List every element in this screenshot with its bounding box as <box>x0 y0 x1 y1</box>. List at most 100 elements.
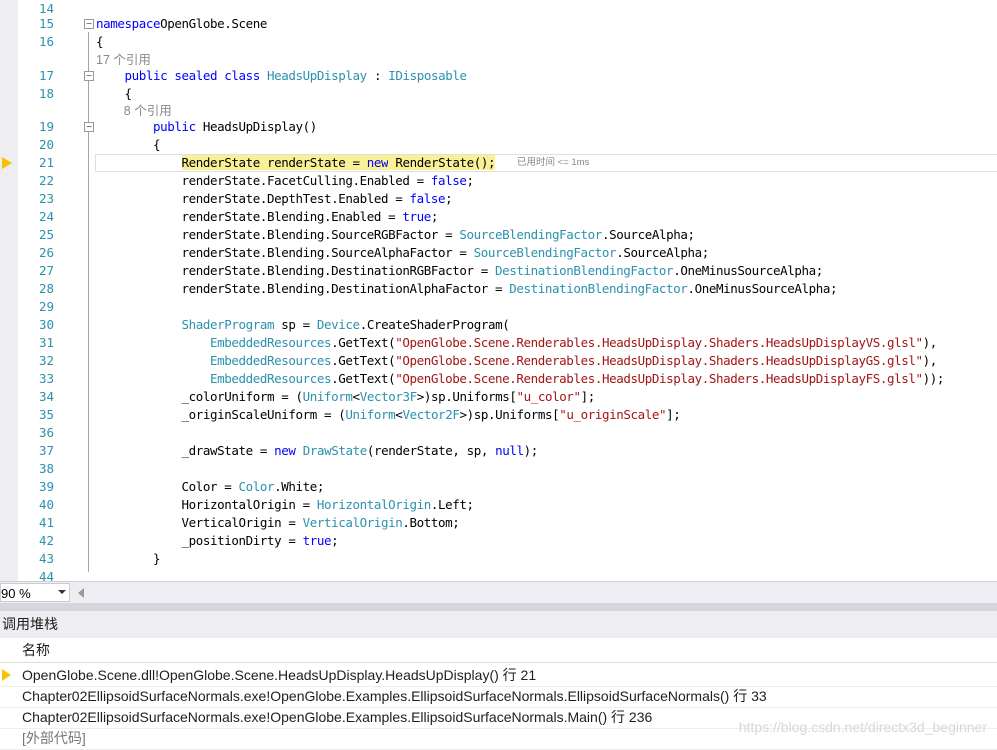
code-token: renderState.Blending.Enabled = <box>96 209 403 224</box>
execution-arrow-icon <box>2 157 12 169</box>
code-line-16[interactable]: 16 { <box>0 33 997 51</box>
code-token: "u_color" <box>516 389 581 404</box>
code-line-40[interactable]: 40 HorizontalOrigin = HorizontalOrigin.L… <box>0 496 997 514</box>
code-text[interactable]: EmbeddedResources.GetText("OpenGlobe.Sce… <box>96 370 944 388</box>
code-text[interactable]: EmbeddedResources.GetText("OpenGlobe.Sce… <box>96 334 937 352</box>
call-stack-row[interactable]: Chapter02EllipsoidSurfaceNormals.exe!Ope… <box>0 686 997 708</box>
code-line-15[interactable]: 15 − namespaceOpenGlobe.Scene <box>0 15 997 33</box>
fold-collapse-icon[interactable]: − <box>84 71 94 81</box>
code-text[interactable]: public HeadsUpDisplay() <box>96 118 317 136</box>
code-token: ), <box>922 353 938 368</box>
code-text[interactable]: { <box>96 136 161 154</box>
code-text[interactable]: renderState.Blending.SourceAlphaFactor =… <box>96 244 710 262</box>
code-token: .Left; <box>430 497 474 512</box>
code-text[interactable]: } <box>96 550 161 568</box>
fold-collapse-icon[interactable]: − <box>84 122 94 132</box>
code-token: Color <box>238 479 275 494</box>
code-line-36[interactable]: 36 <box>0 424 997 442</box>
code-token: public sealed class <box>124 68 261 83</box>
code-text[interactable]: _originScaleUniform = (Uniform<Vector2F>… <box>96 406 681 424</box>
code-line-21[interactable]: 21 RenderState renderState = new RenderS… <box>0 154 997 172</box>
code-text[interactable]: { <box>96 85 133 103</box>
code-token: sp = <box>274 317 317 332</box>
code-text[interactable]: _positionDirty = true; <box>96 532 339 550</box>
code-token: .GetText( <box>331 371 396 386</box>
code-token: false <box>430 173 467 188</box>
code-token: IDisposable <box>388 68 467 83</box>
code-text[interactable]: renderState.Blending.DestinationAlphaFac… <box>96 280 838 298</box>
code-text[interactable]: renderState.Blending.DestinationRGBFacto… <box>96 262 824 280</box>
code-line-38[interactable]: 38 <box>0 460 997 478</box>
code-line-19[interactable]: 19 − public HeadsUpDisplay() <box>0 118 997 136</box>
code-line-27[interactable]: 27 renderState.Blending.DestinationRGBFa… <box>0 262 997 280</box>
line-number: 23 <box>38 191 54 206</box>
watermark: https://blog.csdn.net/directx3d_beginner <box>738 719 987 735</box>
code-token: false <box>409 191 446 206</box>
code-line-23[interactable]: 23 renderState.DepthTest.Enabled = false… <box>0 190 997 208</box>
code-line-24[interactable]: 24 renderState.Blending.Enabled = true; <box>0 208 997 226</box>
line-number: 25 <box>38 227 54 242</box>
code-text[interactable]: _colorUniform = (Uniform<Vector3F>)sp.Un… <box>96 388 596 406</box>
code-token: Vector2F <box>402 407 460 422</box>
code-text[interactable]: { <box>96 33 104 51</box>
call-stack-row[interactable]: OpenGlobe.Scene.dll!OpenGlobe.Scene.Head… <box>0 665 997 687</box>
code-line-34[interactable]: 34 _colorUniform = (Uniform<Vector3F>)sp… <box>0 388 997 406</box>
code-token: new <box>274 443 296 458</box>
code-token: _colorUniform = ( <box>96 389 304 404</box>
code-text[interactable]: renderState.FacetCulling.Enabled = false… <box>96 172 475 190</box>
code-token: "OpenGlobe.Scene.Renderables.HeadsUpDisp… <box>395 353 923 368</box>
perf-tip[interactable]: 已用时间 <= 1ms <box>517 154 589 172</box>
code-line-32[interactable]: 32 EmbeddedResources.GetText("OpenGlobe.… <box>0 352 997 370</box>
code-line-33[interactable]: 33 EmbeddedResources.GetText("OpenGlobe.… <box>0 370 997 388</box>
code-text[interactable]: public sealed class HeadsUpDisplay : IDi… <box>96 67 467 85</box>
chevron-down-icon[interactable] <box>58 590 66 594</box>
code-text[interactable]: EmbeddedResources.GetText("OpenGlobe.Sce… <box>96 352 937 370</box>
code-line-28[interactable]: 28 renderState.Blending.DestinationAlpha… <box>0 280 997 298</box>
code-token: >)sp.Uniforms[ <box>459 407 560 422</box>
code-line-25[interactable]: 25 renderState.Blending.SourceRGBFactor … <box>0 226 997 244</box>
code-editor[interactable]: 14 15− namespaceOpenGlobe.Scene 16{17 个引用 17… <box>0 0 997 581</box>
code-token: HorizontalOrigin = <box>96 497 317 512</box>
line-number: 39 <box>38 479 54 494</box>
code-text[interactable]: Color = Color.White; <box>96 478 325 496</box>
code-text[interactable]: VerticalOrigin = VerticalOrigin.Bottom; <box>96 514 460 532</box>
scroll-left-icon[interactable] <box>78 588 84 598</box>
code-token: null <box>495 443 524 458</box>
code-text[interactable]: HorizontalOrigin = HorizontalOrigin.Left… <box>96 496 475 514</box>
code-text[interactable]: renderState.DepthTest.Enabled = false; <box>96 190 453 208</box>
code-line-43[interactable]: 43 } <box>0 550 997 568</box>
code-line-17[interactable]: 17 − public sealed class HeadsUpDisplay :… <box>0 67 997 85</box>
code-line-26[interactable]: 26 renderState.Blending.SourceAlphaFacto… <box>0 244 997 262</box>
code-line-35[interactable]: 35 _originScaleUniform = (Uniform<Vector… <box>0 406 997 424</box>
code-text[interactable]: renderState.Blending.SourceRGBFactor = S… <box>96 226 695 244</box>
fold-collapse-icon[interactable]: − <box>84 19 94 29</box>
panel-splitter[interactable] <box>0 603 997 611</box>
column-header-name[interactable]: 名称 <box>0 638 997 663</box>
code-token: true <box>302 533 332 548</box>
code-line-18[interactable]: 18 { <box>0 85 997 103</box>
code-line-29[interactable]: 29 <box>0 298 997 316</box>
code-line-31[interactable]: 31 EmbeddedResources.GetText("OpenGlobe.… <box>0 334 997 352</box>
code-text[interactable]: renderState.Blending.Enabled = true; <box>96 208 439 226</box>
code-text[interactable]: ShaderProgram sp = Device.CreateShaderPr… <box>96 316 510 334</box>
code-line-30[interactable]: 30 ShaderProgram sp = Device.CreateShade… <box>0 316 997 334</box>
code-text[interactable]: _drawState = new DrawState(renderState, … <box>96 442 539 460</box>
code-text[interactable]: RenderState renderState = new RenderStat… <box>96 154 495 172</box>
code-line-20[interactable]: 20 { <box>0 136 997 154</box>
line-number: 37 <box>38 443 54 458</box>
code-line-44[interactable]: 44 <box>0 568 997 581</box>
code-line-37[interactable]: 37 _drawState = new DrawState(renderStat… <box>0 442 997 460</box>
code-token: RenderState renderState = <box>181 155 367 170</box>
code-line-41[interactable]: 41 VerticalOrigin = VerticalOrigin.Botto… <box>0 514 997 532</box>
code-line-42[interactable]: 42 _positionDirty = true; <box>0 532 997 550</box>
code-text[interactable]: namespaceOpenGlobe.Scene <box>96 15 267 33</box>
code-line-39[interactable]: 39 Color = Color.White; <box>0 478 997 496</box>
code-token: { <box>96 137 161 152</box>
code-token: ), <box>922 335 938 350</box>
code-line-22[interactable]: 22 renderState.FacetCulling.Enabled = fa… <box>0 172 997 190</box>
